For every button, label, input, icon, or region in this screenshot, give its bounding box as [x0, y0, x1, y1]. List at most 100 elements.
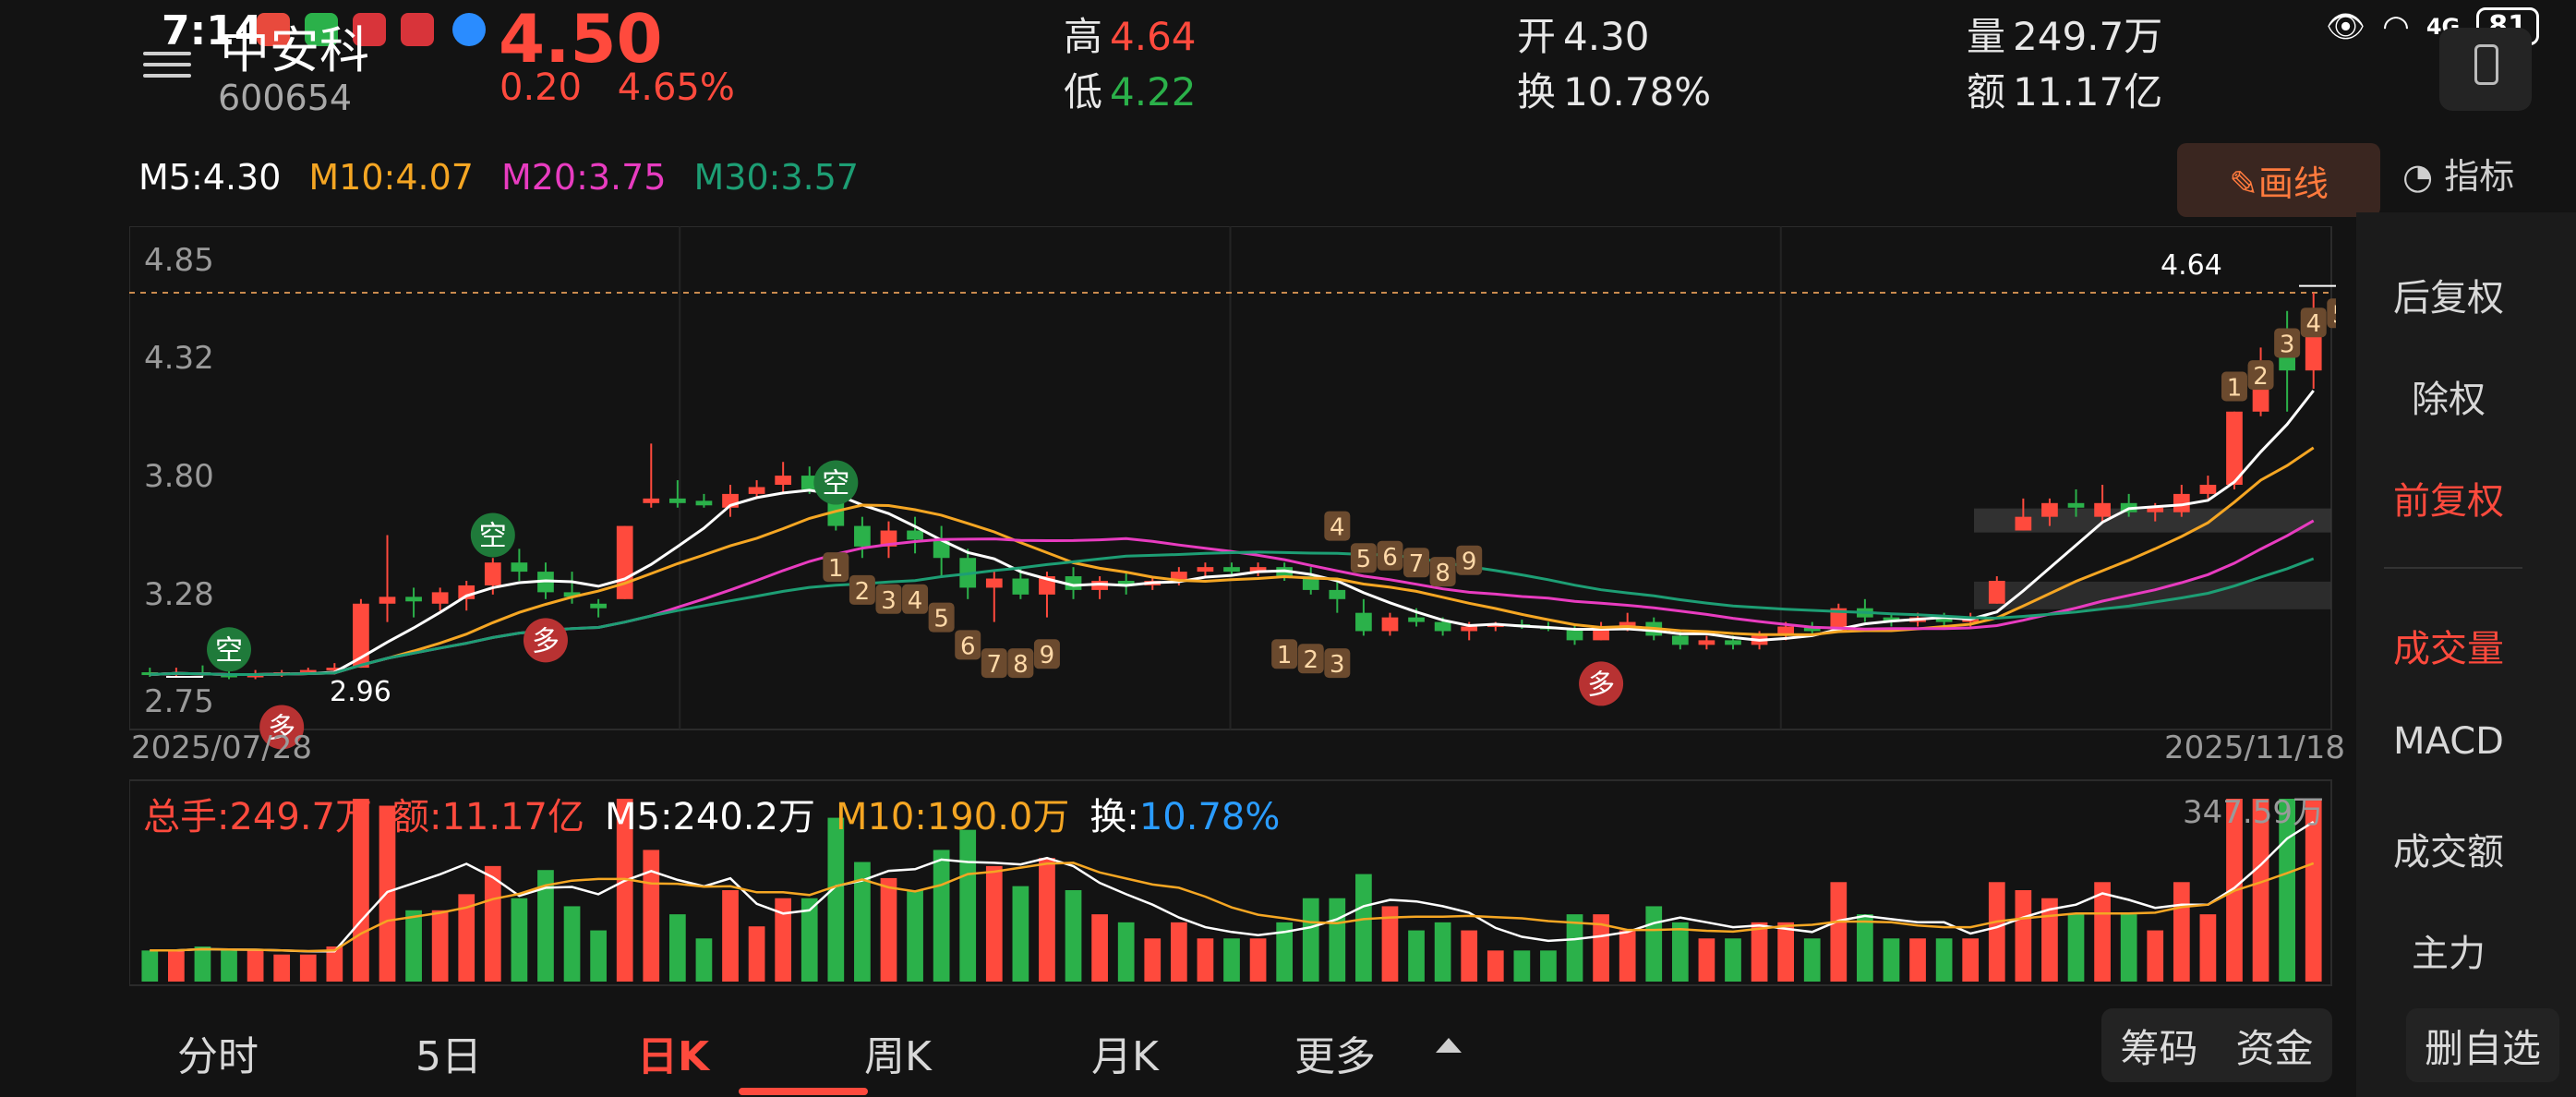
count-marker-text: 1: [2227, 375, 2243, 403]
volume-bar: [1962, 938, 1980, 982]
vol-amount: 额:11.17亿: [392, 796, 584, 838]
candle-body: [379, 597, 396, 604]
open-label: 开: [1517, 14, 1557, 59]
candle: [695, 493, 713, 508]
volume-bar: [1830, 882, 1848, 982]
low-value: 4.22: [1110, 69, 1197, 115]
volume-bar: [933, 850, 950, 982]
min-price-label: 2.96: [330, 676, 391, 708]
candle: [616, 525, 633, 599]
volume-bar: [1223, 938, 1240, 982]
remove-watchlist-button[interactable]: 删自选: [2406, 1008, 2559, 1082]
count-marker: 3: [2274, 328, 2301, 358]
candle: [1566, 624, 1583, 645]
volume-bar: [273, 954, 291, 982]
volume-bar: [168, 950, 185, 982]
candle: [880, 521, 897, 559]
start-date: 2025/07/28: [131, 729, 312, 766]
amount-metric: 额 11.17亿: [1967, 61, 2162, 117]
menu-icon[interactable]: [143, 44, 191, 85]
count-marker: 2: [2247, 360, 2274, 391]
candle: [2279, 310, 2295, 412]
candle: [1197, 562, 1214, 577]
y-tick: 4.32: [144, 340, 214, 377]
candle-body: [2067, 502, 2085, 508]
volume-bar: [748, 926, 765, 982]
tab-more[interactable]: 更多: [1294, 1023, 1376, 1082]
volume-bar: [405, 910, 422, 982]
turnover-metric: 换 10.78%: [1517, 61, 1711, 117]
candle-body: [854, 525, 871, 547]
candle-body: [1012, 578, 1029, 595]
volume-bar: [959, 829, 977, 982]
volume-bar: [1513, 950, 1531, 982]
count-marker: 5: [2327, 298, 2336, 329]
candle: [2094, 485, 2111, 522]
chips-funds-group: 筹码 资金: [2101, 1008, 2332, 1082]
option-post-adjusted[interactable]: 后复权: [2356, 268, 2541, 321]
ma5-label: M5:4.30: [138, 157, 282, 198]
count-marker-text: 3: [1330, 651, 1345, 679]
volume-bar: [1434, 922, 1451, 982]
candle: [511, 548, 528, 581]
end-date: 2025/11/18: [2164, 729, 2345, 766]
volume-bar: [563, 906, 581, 982]
bear-signal: 空: [470, 512, 515, 558]
y-tick: 3.80: [144, 458, 214, 495]
candle: [643, 443, 660, 508]
divider: [2384, 567, 2522, 569]
volume-bar: [2147, 930, 2164, 982]
volume-bar: [1988, 882, 2005, 982]
count-marker: 7: [981, 648, 1007, 679]
volume-bar: [2015, 890, 2032, 982]
candle: [1117, 572, 1135, 595]
indicator-volume[interactable]: 成交量: [2356, 619, 2541, 672]
candle-body: [431, 592, 449, 604]
indicator-amount[interactable]: 成交额: [2356, 822, 2541, 875]
open-value: 4.30: [1563, 14, 1650, 59]
count-marker: 4: [902, 584, 929, 615]
volume-bar: [1197, 938, 1214, 982]
indicator-main-force[interactable]: 主力: [2356, 923, 2541, 977]
kline-chart[interactable]: 空多空多空多1234567894567891231234567: [129, 226, 2336, 988]
volume-max-label: 347.59万: [2183, 794, 2324, 831]
chips-button[interactable]: 筹码: [2120, 1018, 2197, 1074]
indicator-button[interactable]: ◔ 指标: [2402, 148, 2514, 199]
bull-signal: 多: [1579, 661, 1624, 706]
count-marker-text: 7: [1409, 550, 1425, 578]
tab-timeshare[interactable]: 分时: [177, 1023, 259, 1082]
volume-bar: [1487, 950, 1504, 982]
stock-name: 中安科: [220, 21, 369, 79]
candle: [775, 462, 792, 494]
caret-up-icon[interactable]: [1436, 1038, 1462, 1053]
volume-bar: [431, 910, 449, 982]
tab-monthly[interactable]: 月K: [1091, 1023, 1159, 1082]
tab-5day[interactable]: 5日: [415, 1023, 482, 1082]
tab-daily[interactable]: 日K: [637, 1023, 709, 1082]
volume-bar: [1249, 938, 1267, 982]
option-ex-rights[interactable]: 除权: [2356, 369, 2541, 423]
count-marker: 1: [1271, 639, 1298, 669]
landscape-toggle-button[interactable]: [2439, 28, 2532, 111]
count-marker: 2: [849, 574, 875, 606]
option-pre-adjusted[interactable]: 前复权: [2356, 471, 2541, 524]
count-marker-text: 9: [1040, 642, 1055, 669]
count-marker-text: 7: [987, 651, 1003, 679]
ma-legend: M5:4.30 M10:4.07 M20:3.75 M30:3.57: [138, 157, 859, 198]
count-marker-text: 5: [2332, 301, 2336, 329]
indicator-macd[interactable]: MACD: [2356, 720, 2541, 763]
count-marker: 6: [1377, 540, 1403, 572]
high-label: 高: [1064, 14, 1103, 59]
bull-signal-text: 多: [1587, 669, 1615, 701]
vol-total: 总手:249.7万: [143, 796, 372, 838]
ma10-label: M10:4.07: [308, 157, 474, 198]
funds-button[interactable]: 资金: [2235, 1018, 2313, 1074]
candle-body: [1461, 626, 1478, 632]
tab-weekly[interactable]: 周K: [864, 1023, 932, 1082]
count-marker: 9: [1456, 545, 1483, 576]
volume-bar: [1935, 938, 1953, 982]
count-marker-text: 3: [881, 587, 897, 615]
volume-bar: [1329, 898, 1346, 982]
draw-line-button[interactable]: ✎画线: [2177, 143, 2380, 217]
active-tab-indicator: [739, 1088, 868, 1095]
